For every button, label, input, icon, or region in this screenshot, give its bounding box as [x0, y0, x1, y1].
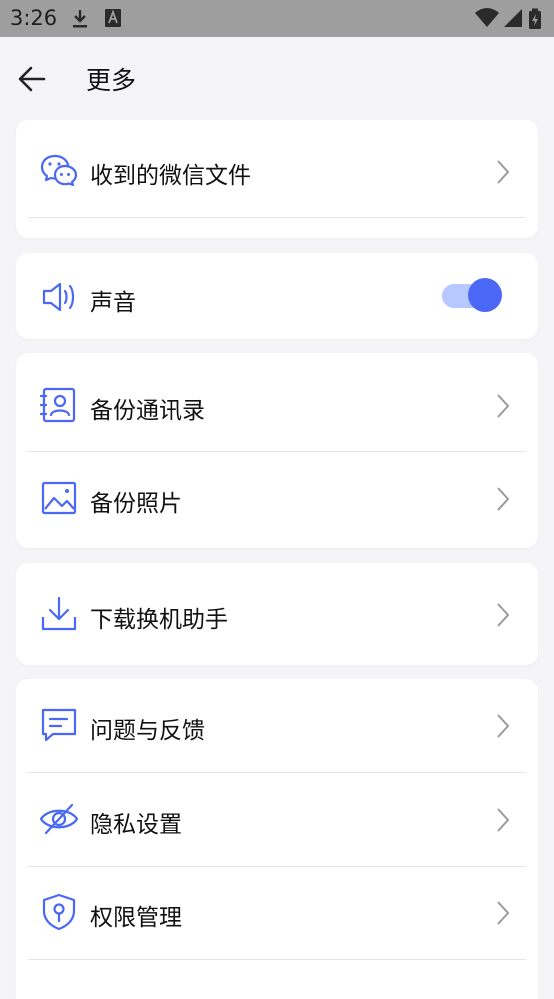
card-download: 下载换机助手: [16, 563, 538, 665]
contacts-icon: [40, 387, 76, 423]
card-backup: 备份通讯录 备份照片: [16, 353, 538, 548]
photo-icon: [41, 481, 77, 515]
divider: [28, 217, 526, 218]
row-wechat-files[interactable]: 收到的微信文件: [16, 120, 538, 218]
row-label: 备份照片: [90, 491, 182, 517]
chevron-right-icon: [497, 160, 510, 184]
row-label: 隐私设置: [90, 812, 182, 838]
row-label: 收到的微信文件: [90, 163, 251, 189]
header: 更多: [0, 37, 554, 119]
chevron-right-icon: [497, 487, 510, 511]
row-label: 备份通讯录: [90, 398, 205, 424]
back-arrow-icon[interactable]: [16, 63, 48, 95]
shield-icon: [42, 893, 76, 931]
row-privacy[interactable]: 隐私设置: [16, 772, 538, 866]
feedback-icon: [41, 708, 77, 742]
row-label: 权限管理: [90, 905, 182, 931]
row-permissions[interactable]: 权限管理: [16, 866, 538, 959]
battery-icon: [529, 8, 541, 29]
card-settings: 问题与反馈 隐私设置 权限管理: [16, 679, 538, 999]
download-status-icon: [73, 10, 87, 28]
row-sound: 声音: [16, 253, 538, 339]
cellular-icon: [504, 9, 522, 27]
wechat-icon: [40, 154, 78, 187]
wifi-icon: [475, 8, 499, 27]
chevron-right-icon: [497, 394, 510, 418]
chevron-right-icon: [497, 714, 510, 738]
divider: [28, 959, 526, 960]
chevron-right-icon: [497, 901, 510, 925]
chevron-right-icon: [497, 603, 510, 627]
row-download-helper[interactable]: 下载换机助手: [16, 563, 538, 665]
speaker-icon: [42, 282, 75, 312]
page-title: 更多: [86, 66, 137, 95]
row-label: 声音: [90, 290, 136, 316]
row-feedback[interactable]: 问题与反馈: [16, 679, 538, 772]
card-wechat: 收到的微信文件: [16, 120, 538, 238]
toggle-knob: [468, 278, 502, 312]
row-label: 问题与反馈: [90, 718, 205, 744]
status-time: 3:26: [10, 6, 58, 30]
row-label: 下载换机助手: [90, 607, 228, 633]
row-backup-contacts[interactable]: 备份通讯录: [16, 353, 538, 451]
status-bar: 3:26: [0, 0, 554, 37]
card-sound: 声音: [16, 253, 538, 339]
eye-hidden-icon: [40, 803, 78, 835]
row-backup-photos[interactable]: 备份照片: [16, 451, 538, 548]
font-status-icon: [105, 9, 121, 27]
sound-toggle[interactable]: [440, 278, 504, 314]
download-icon: [41, 596, 77, 631]
chevron-right-icon: [497, 808, 510, 832]
